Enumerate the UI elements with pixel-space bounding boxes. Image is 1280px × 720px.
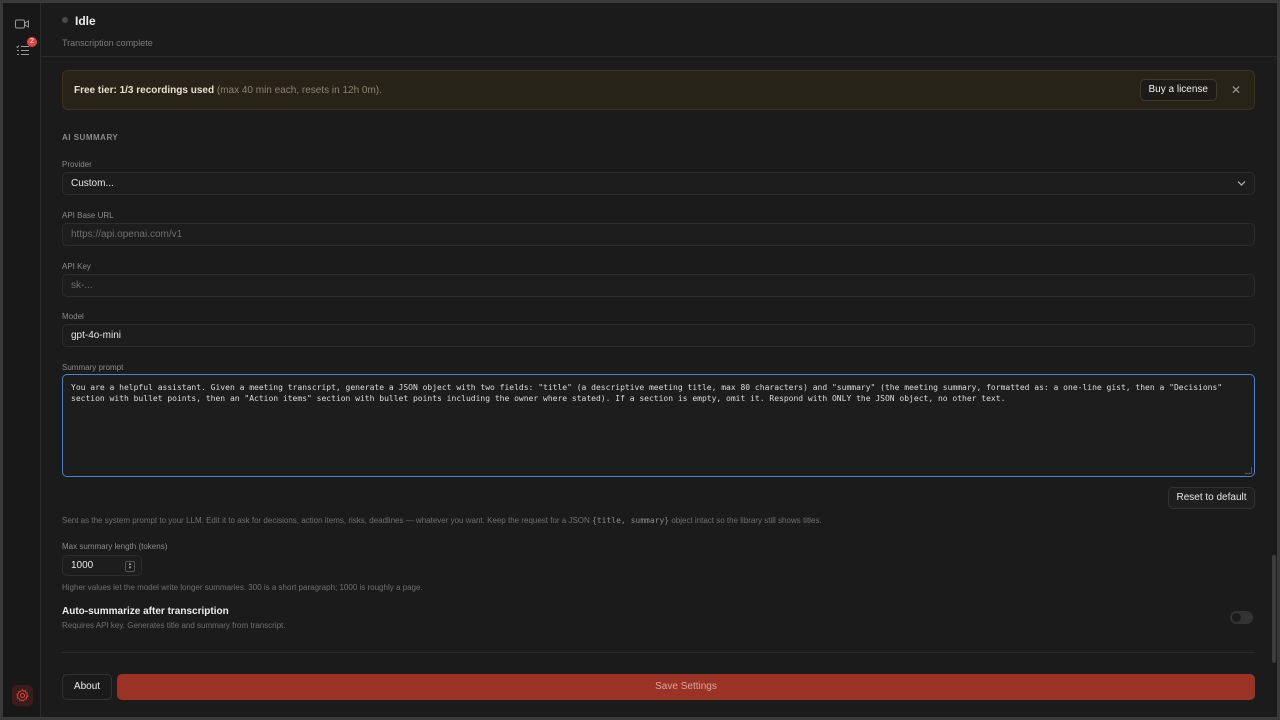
banner-muted-text: (max 40 min each, resets in 12h 0m). [216,85,382,96]
model-label: Model [62,312,84,321]
toggle-knob [1232,613,1241,622]
summary-prompt-textarea[interactable]: You are a helpful assistant. Given a mee… [62,374,1255,477]
provider-label: Provider [62,160,92,169]
summary-prompt-label: Summary prompt [62,363,124,372]
prompt-help-text: Sent as the system prompt to your LLM. E… [62,516,822,525]
api-base-url-input[interactable]: https://api.openai.com/v1 [62,223,1255,246]
model-input[interactable]: gpt-4o-mini [62,324,1255,347]
api-key-input[interactable]: sk-... [62,274,1255,297]
video-icon[interactable] [13,15,31,33]
tasks-badge: 2 [27,37,37,47]
prompt-help-code: {title, summary} [592,516,670,525]
sidebar-rail: 2 [3,3,41,717]
banner-strong-text: Free tier: 1/3 recordings used [74,85,215,96]
scrollbar-thumb[interactable] [1272,555,1276,663]
summary-prompt-text: You are a helpful assistant. Given a mee… [71,383,1223,403]
settings-panel: Idle Transcription complete Free tier: 1… [41,3,1277,717]
stepper-icon[interactable]: ▴ ▾ [125,561,135,572]
max-length-value: 1000 [71,560,94,571]
status-subtitle: Transcription complete [62,38,153,48]
auto-summarize-help: Requires API key. Generates title and su… [62,621,286,630]
provider-value: Custom... [71,178,114,189]
about-button[interactable]: About [62,674,112,700]
save-settings-button[interactable]: Save Settings [117,674,1255,700]
buy-license-button[interactable]: Buy a license [1139,79,1217,101]
section-title: AI SUMMARY [62,133,119,142]
reset-to-default-button[interactable]: Reset to default [1168,487,1255,509]
prompt-help-before: Sent as the system prompt to your LLM. E… [62,516,590,525]
status-indicator [62,17,68,23]
chevron-down-icon [1237,173,1246,202]
provider-select[interactable]: Custom... [62,172,1255,195]
divider [62,652,1255,653]
auto-summarize-label: Auto-summarize after transcription [62,606,229,617]
banner-message: Free tier: 1/3 recordings used (max 40 m… [74,85,382,96]
api-key-label: API Key [62,262,91,271]
status-bar: Idle Transcription complete [41,3,1277,57]
free-tier-banner: Free tier: 1/3 recordings used (max 40 m… [62,70,1255,110]
max-length-label: Max summary length (tokens) [62,542,168,551]
settings-icon[interactable] [12,685,33,706]
close-icon[interactable]: ✕ [1228,80,1244,100]
auto-summarize-toggle[interactable] [1230,611,1253,624]
max-length-help: Higher values let the model write longer… [62,583,423,592]
max-length-input[interactable]: 1000 ▴ ▾ [62,555,142,576]
resize-handle-icon[interactable] [1245,467,1252,474]
api-base-url-label: API Base URL [62,211,114,220]
scrollbar[interactable] [1271,58,1277,717]
status-title: Idle [75,14,96,28]
prompt-help-after: object intact so the library still shows… [671,516,822,525]
